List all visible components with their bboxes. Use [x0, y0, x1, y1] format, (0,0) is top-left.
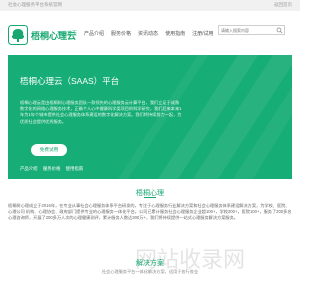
nav-item-register[interactable]: 注册/试用 — [192, 30, 213, 37]
hero-link-products[interactable]: 产品介绍 — [20, 166, 38, 171]
search-box — [218, 25, 285, 35]
about-title-underline — [144, 197, 156, 198]
hero-banner: 梧桐心理云（SAAS）平台 梧桐心理云是由梧桐树心理服务团队一款领先的心理服务云… — [8, 55, 292, 179]
nav-item-home[interactable]: 平台首页 — [57, 30, 77, 37]
free-trial-button[interactable]: 免费试用 — [31, 144, 67, 156]
top-bar: 社会心理服务平台系统官网 返回首页 — [0, 0, 300, 11]
solution-section-subtitle: 社会心理服务平台一体化解决方案，适用于各行各业 — [101, 269, 199, 274]
hero-link-pricing[interactable]: 服务价格 — [43, 166, 61, 171]
nav-item-pricing[interactable]: 服务价格 — [111, 30, 131, 37]
hero-link-guide[interactable]: 使用指南 — [66, 166, 84, 171]
site-tagline: 社会心理服务平台系统官网 — [8, 2, 62, 7]
home-link[interactable]: 返回首页 — [274, 2, 292, 8]
nav-item-news[interactable]: 资讯动态 — [138, 30, 158, 37]
hero-links: 产品介绍 服务价格 使用指南 — [20, 166, 87, 172]
search-input[interactable] — [221, 27, 271, 34]
hero-title: 梧桐心理云（SAAS）平台 — [20, 76, 120, 86]
tree-logo-icon — [8, 25, 28, 45]
search-icon[interactable] — [276, 27, 283, 34]
header: 梧桐心理云 平台首页 产品介绍 服务价格 资讯动态 使用指南 注册/试用 — [0, 11, 300, 45]
main-nav: 平台首页 产品介绍 服务价格 资讯动态 使用指南 注册/试用 — [57, 26, 220, 40]
hero-description: 梧桐心理云是由梧桐树心理服务团队一款领先的心理服务云计算平台，我们立足于成熟数字… — [20, 100, 182, 124]
solution-section-title: 解决方案 — [136, 260, 164, 267]
nav-item-guide[interactable]: 使用指南 — [165, 30, 185, 37]
nav-item-products[interactable]: 产品介绍 — [84, 30, 104, 37]
about-section-text: 梧桐树心理成立于2016年，在专业从事社会心理服务体系平台研发的，专注于心理服务… — [8, 203, 292, 221]
